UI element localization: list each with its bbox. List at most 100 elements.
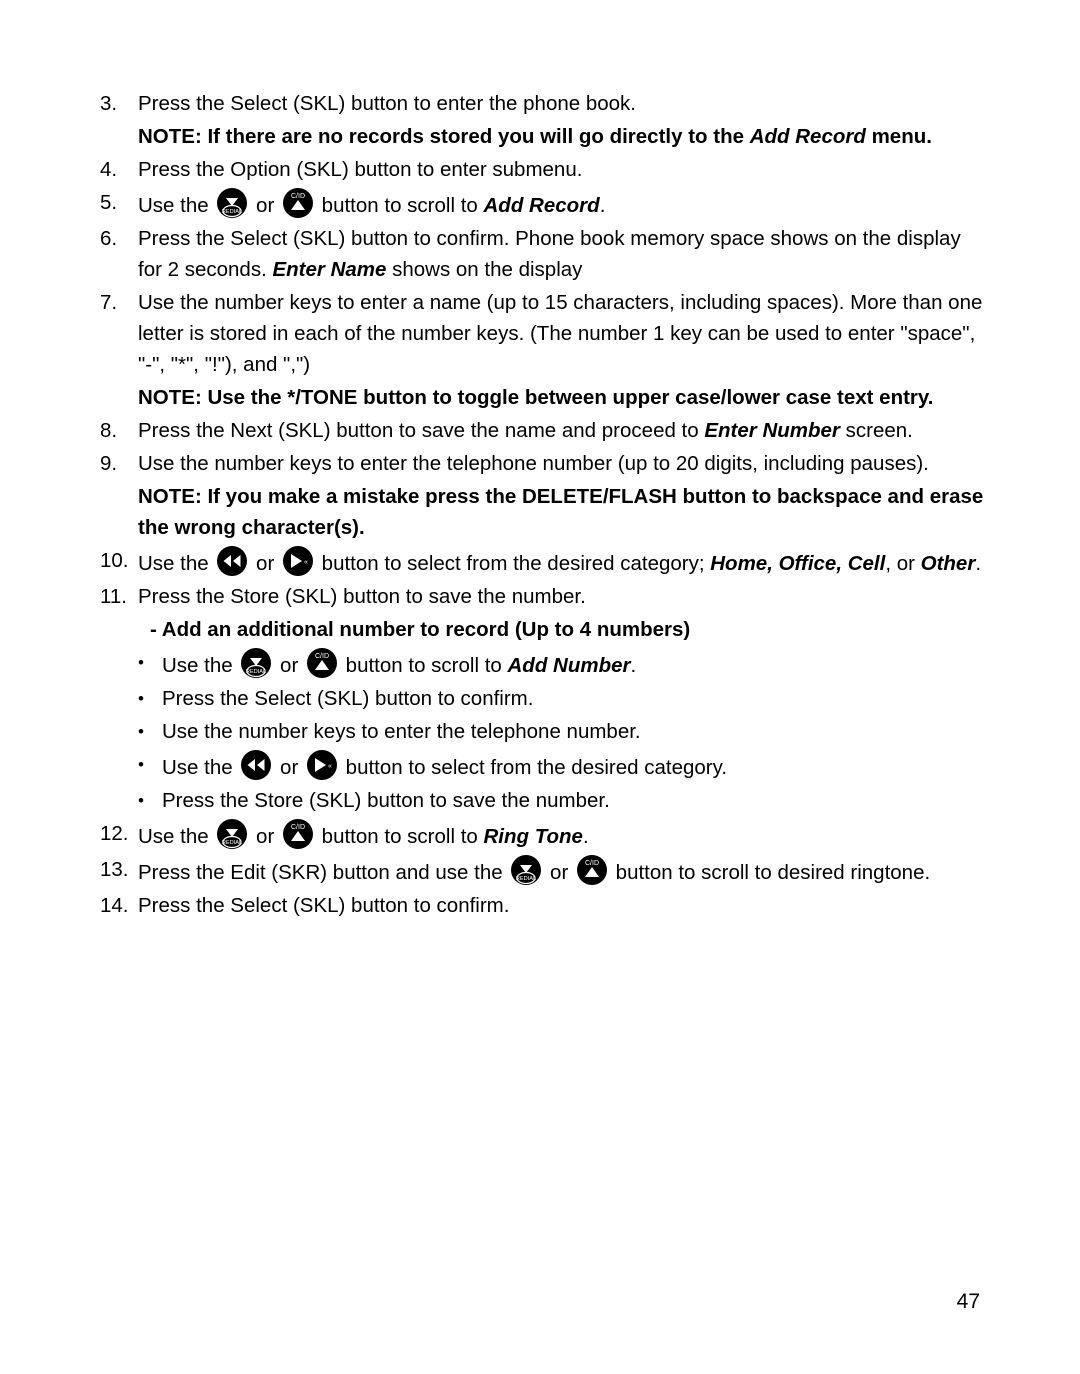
down-redial-button-icon: REDIAL	[510, 854, 542, 886]
bullet-marker: •	[138, 722, 144, 741]
note-block-3: NOTE: If you make a mistake press the DE…	[138, 485, 984, 539]
up-cid-button-icon: C/ID	[282, 818, 314, 850]
step-number: 3.	[100, 92, 118, 115]
step-number: 11.	[100, 585, 127, 608]
instruction-list: 3. Press the Select (SKL) button to ente…	[100, 88, 990, 923]
bullet-text: Use the REDIAL or C/ID button to scroll …	[162, 647, 990, 681]
bullet-4-text-mid: or	[274, 756, 304, 779]
subsection-heading: - Add an additional number to record (Up…	[150, 618, 691, 641]
note-block-1: NOTE: If there are no records stored you…	[138, 121, 990, 152]
step-5-text-before: Use the	[138, 194, 215, 217]
step-text: Press the Select (SKL) button to confirm…	[138, 894, 510, 917]
list-item: 11. Press the Store (SKL) button to save…	[100, 581, 990, 612]
bullet-text: Use the number keys to enter the telepho…	[162, 720, 641, 743]
bullet-1-text-mid: or	[274, 654, 304, 677]
step-12-emphasis: Ring Tone	[483, 825, 583, 848]
step-text: Press the Edit (SKR) button and use the …	[138, 854, 990, 888]
rewind-button-icon	[240, 749, 272, 781]
step-5-text-end: .	[599, 194, 606, 217]
svg-text:C/ID: C/ID	[585, 860, 599, 867]
step-10-text-end-2: .	[975, 552, 982, 575]
list-item: 6. Press the Select (SKL) button to conf…	[100, 223, 990, 285]
bullet-4-text-after: button to select from the desired catego…	[339, 756, 728, 779]
step-text: Use the REDIAL or C/ID button to scroll …	[138, 818, 990, 852]
manual-page: 3. Press the Select (SKL) button to ente…	[0, 0, 1080, 1374]
svg-text:REDIAL: REDIAL	[516, 876, 536, 882]
bullet-marker: •	[138, 653, 144, 672]
bullet-text: Press the Select (SKL) button to confirm…	[162, 687, 534, 710]
step-10-emphasis-2: Other	[920, 552, 976, 575]
step-10-emphasis: Home, Office, Cell	[710, 552, 886, 575]
step-8-emphasis: Enter Number	[704, 419, 840, 442]
step-text: Use the number keys to enter the telepho…	[138, 452, 929, 475]
down-redial-button-icon: REDIAL	[240, 647, 272, 679]
step-text: Use the number keys to enter a name (up …	[138, 291, 983, 376]
list-item: 14. Press the Select (SKL) button to con…	[100, 890, 990, 921]
step-6-emphasis: Enter Name	[272, 258, 387, 281]
list-item: 9. Use the number keys to enter the tele…	[100, 448, 990, 479]
note-block-2: NOTE: Use the */TONE button to toggle be…	[138, 386, 934, 409]
note-1-italic: Add Record	[749, 125, 866, 148]
step-text: Press the Select (SKL) button to enter t…	[138, 92, 637, 115]
up-cid-button-icon: C/ID	[576, 854, 608, 886]
list-item: 5. Use the REDIAL or C/ID button to scro…	[100, 187, 990, 221]
step-text: Press the Store (SKL) button to save the…	[138, 585, 586, 608]
bullet-1-emphasis: Add Number	[507, 654, 631, 677]
step-number: 13.	[100, 858, 129, 881]
bullet-1-text-end: .	[630, 654, 637, 677]
step-6-text-end: shows on the display	[386, 258, 583, 281]
play-forward-button-icon: «	[282, 545, 314, 577]
svg-text:REDIAL: REDIAL	[222, 840, 242, 846]
bullet-1-text-before: Use the	[162, 654, 239, 677]
step-number: 9.	[100, 452, 118, 475]
step-5-text-mid: or	[250, 194, 280, 217]
step-number: 5.	[100, 191, 118, 214]
down-redial-button-icon: REDIAL	[216, 818, 248, 850]
page-number: 47	[956, 1290, 980, 1313]
svg-text:C/ID: C/ID	[291, 824, 305, 831]
svg-text:«: «	[328, 763, 332, 770]
list-item: 13. Press the Edit (SKR) button and use …	[100, 854, 990, 888]
note-1-prefix: NOTE: If there are no records stored you…	[138, 125, 750, 148]
bullet-marker: •	[138, 791, 144, 810]
list-item: 8. Press the Next (SKL) button to save t…	[100, 415, 990, 446]
list-item: 4. Press the Option (SKL) button to ente…	[100, 154, 990, 185]
svg-text:«: «	[304, 559, 308, 566]
note-1-suffix: menu.	[865, 125, 932, 148]
step-13-text-before: Press the Edit (SKR) button and use the	[138, 861, 509, 884]
step-10-text-mid: or	[250, 552, 280, 575]
rewind-button-icon	[216, 545, 248, 577]
svg-text:C/ID: C/ID	[315, 653, 329, 660]
step-8-text-end: screen.	[839, 419, 913, 442]
list-item: 3. Press the Select (SKL) button to ente…	[100, 88, 990, 119]
step-10-text-end: , or	[885, 552, 921, 575]
list-item: • Use the number keys to enter the telep…	[138, 716, 990, 747]
step-12-text-after: button to scroll to	[315, 825, 484, 848]
bullet-4-text-before: Use the	[162, 756, 239, 779]
step-number: 4.	[100, 158, 118, 181]
step-text: Use the or « button to select from the d…	[138, 545, 990, 579]
step-number: 6.	[100, 227, 118, 250]
down-redial-button-icon: REDIAL	[216, 187, 248, 219]
step-5-text-after: button to scroll to	[315, 194, 484, 217]
step-number: 8.	[100, 419, 118, 442]
step-10-text-after: button to select from the desired catego…	[315, 552, 711, 575]
step-text: Press the Option (SKL) button to enter s…	[138, 158, 583, 181]
bullet-marker: •	[138, 755, 144, 774]
up-cid-button-icon: C/ID	[282, 187, 314, 219]
svg-text:REDIAL: REDIAL	[222, 209, 242, 215]
list-item: 10. Use the or « button to select from t…	[100, 545, 990, 579]
step-12-text-mid: or	[250, 825, 280, 848]
step-text: Press the Next (SKL) button to save the …	[138, 415, 990, 446]
list-item: • Press the Store (SKL) button to save t…	[138, 785, 990, 816]
up-cid-button-icon: C/ID	[306, 647, 338, 679]
step-number: 10.	[100, 549, 129, 572]
svg-text:REDIAL: REDIAL	[246, 669, 266, 675]
step-number: 14.	[100, 894, 129, 917]
bullet-text: Press the Store (SKL) button to save the…	[162, 789, 610, 812]
list-item: 12. Use the REDIAL or C/ID button to scr…	[100, 818, 990, 852]
step-13-text-after: button to scroll to desired ringtone.	[609, 861, 931, 884]
bullet-1-text-after: button to scroll to	[339, 654, 508, 677]
play-forward-button-icon: «	[306, 749, 338, 781]
list-item: • Use the or « button to select from the…	[138, 749, 990, 783]
